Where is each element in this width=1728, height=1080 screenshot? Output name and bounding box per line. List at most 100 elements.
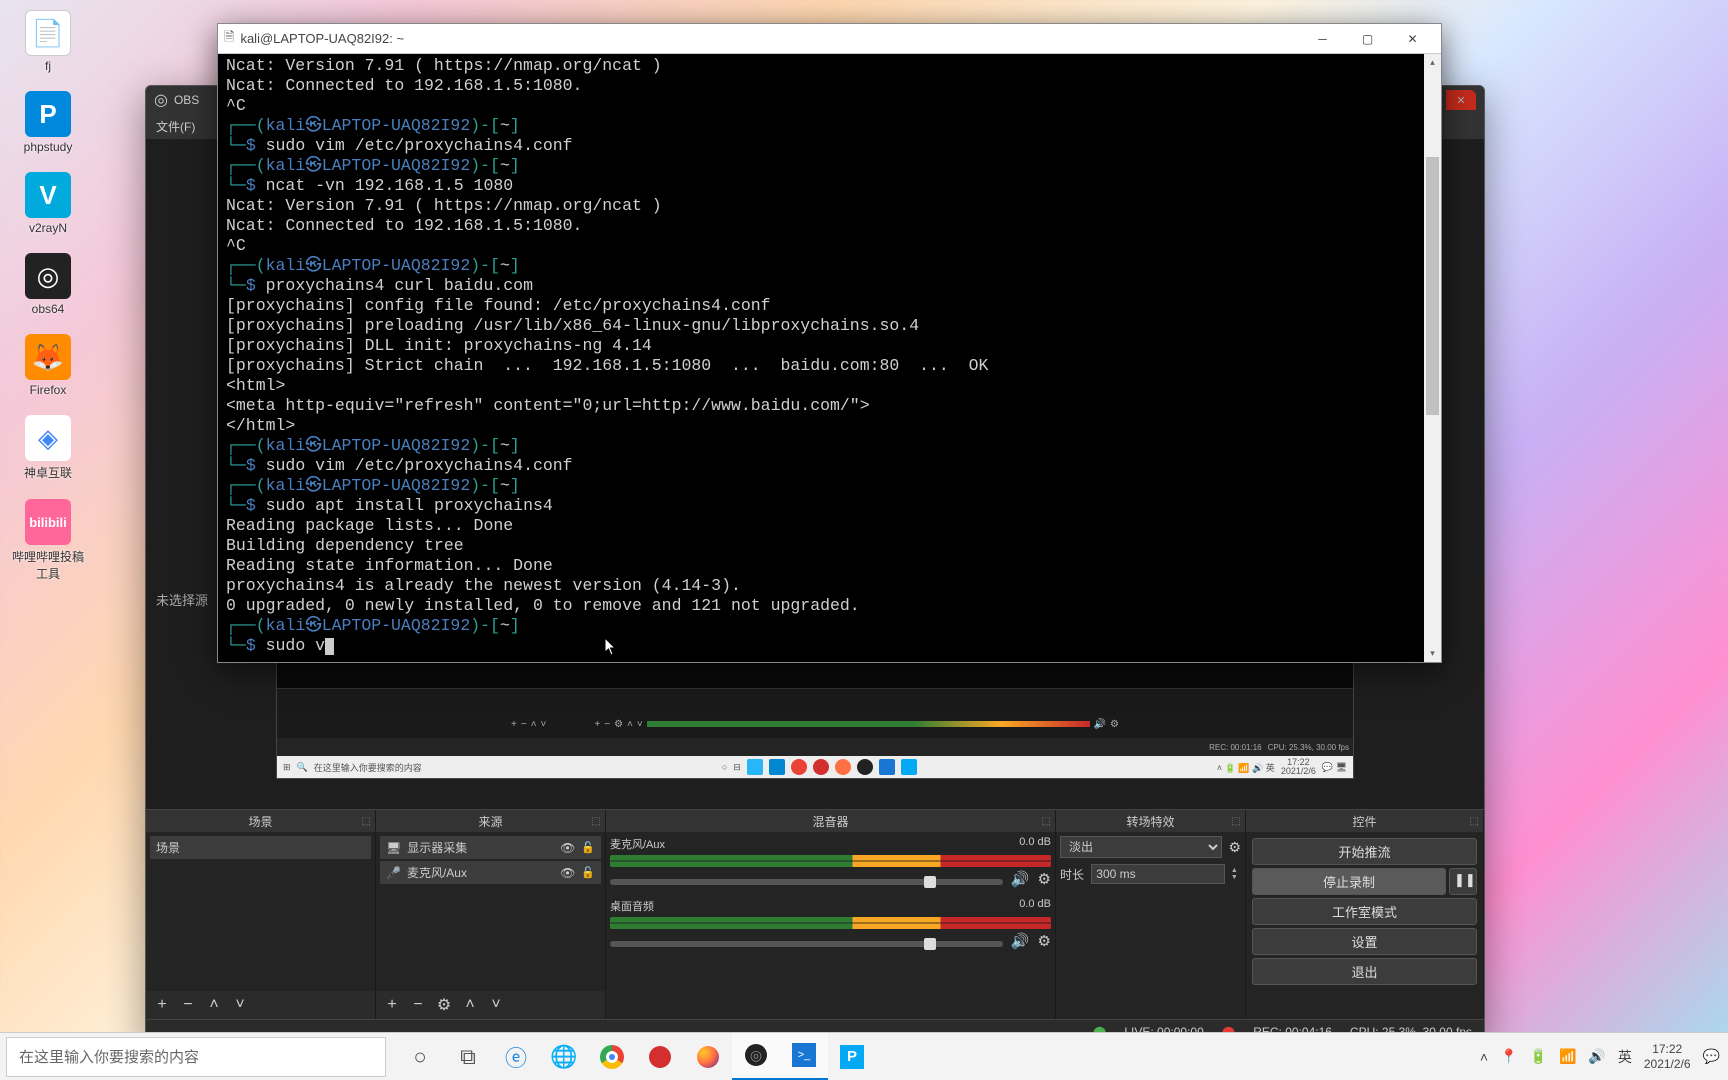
controls-header: 控件⬚	[1246, 810, 1483, 832]
scroll-up-button[interactable]: ▴	[1424, 54, 1441, 71]
menu-file[interactable]: 文件(F)	[156, 118, 195, 135]
battery-icon[interactable]: 🔋	[1530, 1048, 1547, 1065]
transition-select[interactable]: 淡出	[1060, 836, 1222, 858]
duration-label: 时长	[1060, 866, 1085, 883]
terminal-body[interactable]: Ncat: Version 7.91 ( https://nmap.org/nc…	[218, 54, 1424, 662]
tray-expand-icon[interactable]: ˄	[1480, 1049, 1488, 1065]
lock-toggle[interactable]: 🔓	[581, 841, 595, 854]
system-tray: ˄ 📍 🔋 📶 🔊 英 17:22 2021/2/6 💬	[1480, 1042, 1728, 1072]
obs-no-source-label: 未选择源	[156, 590, 208, 609]
popout-icon[interactable]: ⬚	[362, 816, 371, 827]
taskbar-clock[interactable]: 17:22 2021/2/6	[1644, 1042, 1691, 1072]
desktop-icon-bilibili[interactable]: bilibili 哔哩哔哩投稿工具	[8, 499, 88, 582]
gear-icon[interactable]: ⚙	[1038, 870, 1051, 888]
cortana-button[interactable]: ○	[396, 1033, 444, 1080]
taskbar-firefox[interactable]	[684, 1033, 732, 1080]
mixer-channel-mic: 麦克风/Aux0.0 dB 🔊 ⚙	[610, 836, 1051, 888]
visibility-toggle[interactable]: 👁	[560, 841, 575, 855]
transitions-header: 转场特效⬚	[1056, 810, 1245, 832]
duration-spinner[interactable]: ▲▼	[1231, 867, 1241, 881]
icon-label: obs64	[32, 302, 65, 316]
speaker-icon[interactable]: 🔊	[1011, 932, 1030, 950]
remove-scene-button[interactable]: −	[178, 996, 198, 1014]
windows-icon: ⊞	[283, 762, 291, 773]
scroll-thumb[interactable]	[1426, 157, 1439, 415]
stop-recording-button[interactable]: 停止录制	[1252, 868, 1446, 895]
taskbar-search[interactable]: 在这里输入你要搜索的内容	[6, 1037, 386, 1077]
source-settings-button[interactable]: ⚙	[434, 995, 454, 1015]
desktop-icon-v2rayn[interactable]: V v2rayN	[8, 172, 88, 235]
scene-up-button[interactable]: ˄	[204, 996, 224, 1014]
notifications-icon[interactable]: 💬	[1703, 1048, 1720, 1065]
settings-button[interactable]: 设置	[1252, 928, 1477, 955]
popout-icon[interactable]: ⬚	[592, 816, 601, 827]
scenes-dock: 场景⬚ 场景 + − ˄ ˅	[146, 810, 376, 1019]
icon-label: phpstudy	[24, 140, 73, 154]
volume-icon[interactable]: 🔊	[1588, 1048, 1605, 1065]
taskbar-terminal[interactable]: >_	[780, 1033, 828, 1080]
terminal-titlebar[interactable]: 🗎 kali@LAPTOP-UAQ82I92: ~ ─ ▢ ✕	[218, 24, 1441, 54]
icon-label: fj	[45, 59, 51, 73]
desktop-icon-obs64[interactable]: ◎ obs64	[8, 253, 88, 316]
wifi-icon[interactable]: 📶	[1559, 1048, 1576, 1065]
search-placeholder: 在这里输入你要搜索的内容	[19, 1046, 199, 1067]
taskbar-opera[interactable]	[636, 1033, 684, 1080]
mixer-header: 混音器⬚	[606, 810, 1055, 832]
location-icon[interactable]: 📍	[1500, 1048, 1517, 1065]
terminal-title: kali@LAPTOP-UAQ82I92: ~	[240, 31, 1300, 46]
popout-icon[interactable]: ⬚	[1232, 816, 1241, 827]
volume-slider[interactable]	[610, 941, 1003, 947]
taskbar-ie[interactable]: ⓔ	[492, 1033, 540, 1080]
ime-indicator[interactable]: 英	[1618, 1047, 1632, 1067]
mini-taskbar: ⊞ 🔍 在这里输入你要搜索的内容 ○⊟ ˄ 🔋 📶 🔊 英 17:222	[277, 756, 1353, 778]
taskbar-chrome[interactable]	[588, 1033, 636, 1080]
task-view-button[interactable]: ⧉	[444, 1033, 492, 1080]
scene-down-button[interactable]: ˅	[230, 996, 250, 1014]
close-button[interactable]: ✕	[1390, 25, 1435, 53]
studio-mode-button[interactable]: 工作室模式	[1252, 898, 1477, 925]
remove-icon: −	[521, 719, 527, 730]
taskbar-phpstudy[interactable]: P	[828, 1033, 876, 1080]
maximize-button[interactable]: ▢	[1345, 25, 1390, 53]
visibility-toggle[interactable]: 👁	[560, 866, 575, 880]
remove-source-button[interactable]: −	[408, 996, 428, 1014]
taskbar-edge[interactable]: 🌐	[540, 1033, 588, 1080]
controls-dock: 控件⬚ 开始推流 停止录制 ❚❚ 工作室模式 设置 退出	[1246, 810, 1484, 1019]
volume-slider[interactable]	[610, 879, 1003, 885]
source-down-button[interactable]: ˅	[486, 996, 506, 1014]
gear-icon[interactable]: ⚙	[1038, 932, 1051, 950]
scenes-header: 场景⬚	[146, 810, 375, 832]
source-up-button[interactable]: ˄	[460, 996, 480, 1014]
icon-label: v2rayN	[29, 221, 67, 235]
desktop-icon-phpstudy[interactable]: P phpstudy	[8, 91, 88, 154]
obs-mini-mixer: + − ˄ ˅ +−⚙˄˅ 🔊⚙	[507, 710, 1123, 738]
speaker-icon[interactable]: 🔊	[1011, 870, 1030, 888]
exit-button[interactable]: 退出	[1252, 958, 1477, 985]
obs-docks: 场景⬚ 场景 + − ˄ ˅ 来源⬚ 🖥 显示器采集 👁 🔓	[146, 809, 1484, 1019]
minimize-button[interactable]: ─	[1300, 25, 1345, 53]
taskbar-obs[interactable]: ◎	[732, 1033, 780, 1080]
source-item-display[interactable]: 🖥 显示器采集 👁 🔓	[380, 836, 601, 859]
icon-label: Firefox	[30, 383, 67, 397]
transitions-dock: 转场特效⬚ 淡出 ⚙ 时长 ▲▼	[1056, 810, 1246, 1019]
start-streaming-button[interactable]: 开始推流	[1252, 838, 1477, 865]
source-item-mic[interactable]: 🎤 麦克风/Aux 👁 🔓	[380, 861, 601, 884]
add-scene-button[interactable]: +	[152, 996, 172, 1014]
gear-icon[interactable]: ⚙	[1228, 839, 1241, 856]
popout-icon[interactable]: ⬚	[1042, 816, 1051, 827]
lock-toggle[interactable]: 🔓	[581, 866, 595, 879]
display-icon: 🖥	[386, 841, 401, 855]
popout-icon[interactable]: ⬚	[1470, 816, 1479, 827]
terminal-scrollbar[interactable]: ▴ ▾	[1424, 54, 1441, 662]
duration-input[interactable]	[1091, 864, 1225, 884]
add-source-button[interactable]: +	[382, 996, 402, 1014]
scroll-down-button[interactable]: ▾	[1424, 645, 1441, 662]
obs-mini-status: REC: 00:01:16 CPU: 25.3%, 30.00 fps	[277, 738, 1353, 756]
add-icon: +	[511, 719, 517, 730]
scene-item[interactable]: 场景	[150, 836, 371, 859]
desktop-icon-shenzhuo[interactable]: ◈ 神卓互联	[8, 415, 88, 481]
close-button[interactable]: ✕	[1446, 90, 1476, 110]
desktop-icon-firefox[interactable]: 🦊 Firefox	[8, 334, 88, 397]
pause-recording-button[interactable]: ❚❚	[1449, 868, 1477, 895]
desktop-icon-fj[interactable]: 📄 fj	[8, 10, 88, 73]
